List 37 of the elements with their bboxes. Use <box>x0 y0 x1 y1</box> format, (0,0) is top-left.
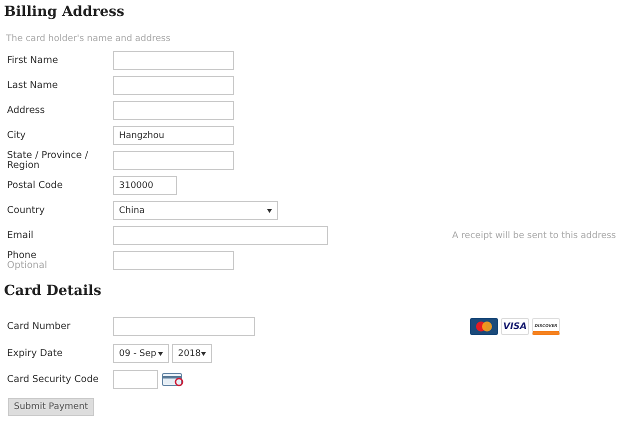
optional-note: Optional <box>7 260 48 270</box>
card-logo: VISA <box>501 318 529 335</box>
country-select[interactable]: China <box>113 201 278 220</box>
input-field[interactable] <box>113 226 328 245</box>
field-label: Expiry Date <box>7 348 63 358</box>
field-label: Address <box>7 106 45 116</box>
input-field[interactable] <box>113 151 234 170</box>
card-logo <box>470 318 498 335</box>
field-label: Card Security Code <box>7 374 99 384</box>
input-field[interactable] <box>113 370 158 389</box>
card-back-icon <box>162 372 184 386</box>
field-label: State / Province / Region <box>7 150 90 170</box>
field-label: Last Name <box>7 80 58 90</box>
input-field[interactable]: Hangzhou <box>113 126 234 145</box>
field-label: Postal Code <box>7 180 63 190</box>
submit-button[interactable]: Submit Payment <box>8 398 94 416</box>
field-label: City <box>7 130 26 140</box>
input-field[interactable] <box>113 101 234 120</box>
year-select[interactable]: 2018 <box>172 344 212 363</box>
field-label: First Name <box>7 56 58 66</box>
hint-text: A receipt will be sent to this address <box>452 230 616 240</box>
caret-icon <box>201 352 206 356</box>
input-field[interactable] <box>113 317 255 336</box>
caret-icon <box>158 352 163 356</box>
section-heading: Billing Address <box>4 3 124 22</box>
input-field[interactable] <box>113 51 234 70</box>
section-heading: Card Details <box>4 282 102 301</box>
field-label: Country <box>7 206 45 216</box>
caret-icon <box>267 208 272 212</box>
input-field[interactable]: 310000 <box>113 176 177 195</box>
month-select[interactable]: 09 - Sep <box>113 344 169 363</box>
section-subtitle: The card holder's name and address <box>6 34 170 46</box>
field-label: Card Number <box>7 322 70 332</box>
input-field[interactable] <box>113 251 234 270</box>
field-label: Phone <box>7 250 36 260</box>
input-field[interactable] <box>113 76 234 95</box>
field-label: Email <box>7 230 34 240</box>
